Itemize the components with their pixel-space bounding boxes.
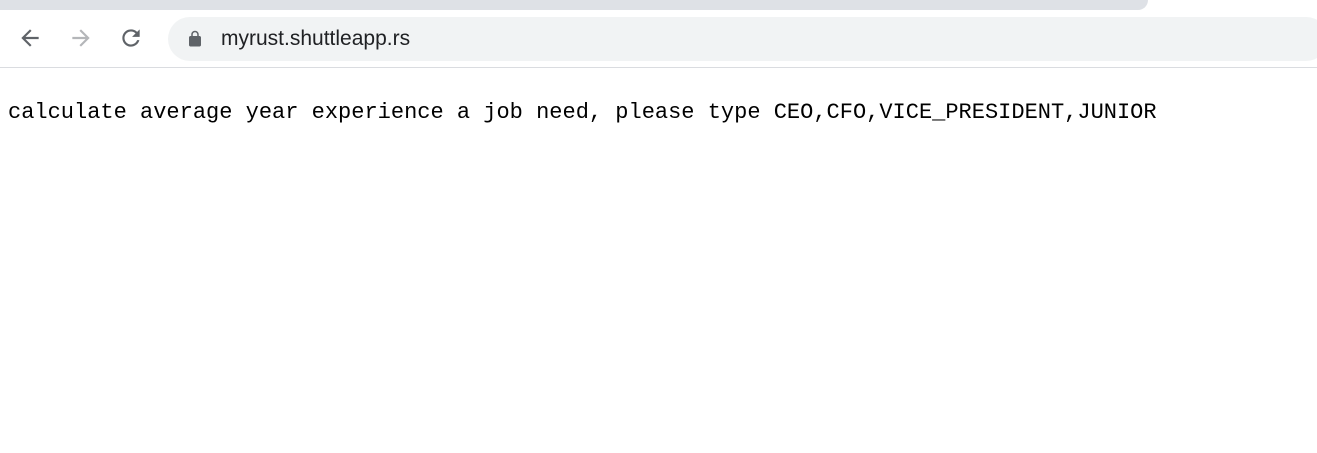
arrow-left-icon (21, 29, 39, 47)
forward-button[interactable] (64, 21, 98, 55)
page-content: calculate average year experience a job … (0, 68, 1317, 453)
arrow-right-icon (72, 29, 90, 47)
address-bar[interactable]: myrust.shuttleapp.rs (168, 17, 1317, 61)
browser-toolbar: myrust.shuttleapp.rs (0, 10, 1317, 68)
url-text[interactable]: myrust.shuttleapp.rs (221, 17, 410, 61)
back-button[interactable] (13, 21, 47, 55)
tab-strip (0, 0, 1317, 10)
reload-icon (122, 29, 140, 47)
lock-icon[interactable] (186, 30, 204, 48)
reload-button[interactable] (114, 21, 148, 55)
tab-strip-bar (0, 0, 1148, 10)
page-text: calculate average year experience a job … (8, 100, 1157, 125)
